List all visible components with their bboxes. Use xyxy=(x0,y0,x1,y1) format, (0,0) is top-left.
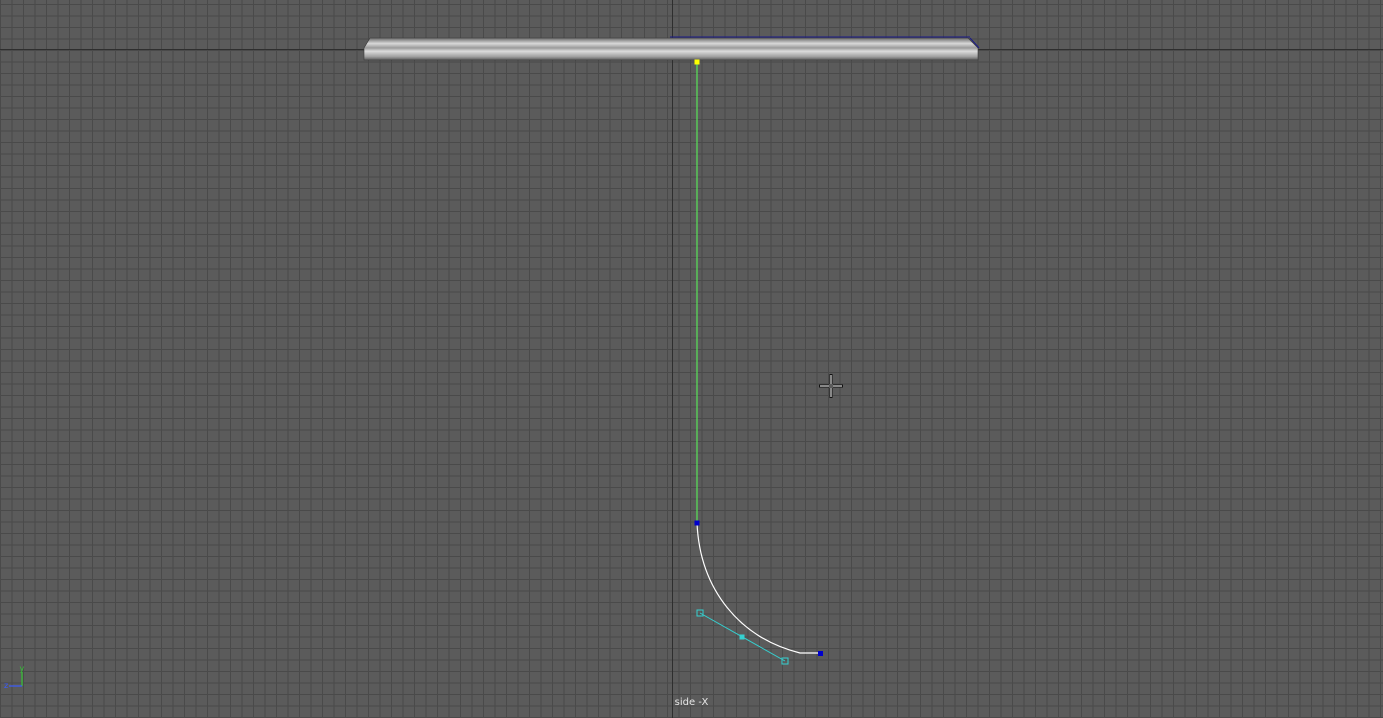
view-axis-icon: y z xyxy=(3,664,33,694)
axis-z-label: z xyxy=(4,681,8,690)
plate-mesh[interactable] xyxy=(363,36,980,61)
side-viewport[interactable]: y z side -X xyxy=(0,0,1383,718)
curve-start-point[interactable] xyxy=(694,520,700,526)
curve-end-point[interactable] xyxy=(818,651,823,656)
axis-y-label: y xyxy=(20,664,25,673)
nurbs-curve[interactable] xyxy=(696,522,820,654)
root-joint[interactable] xyxy=(694,59,700,65)
selected-cv-point[interactable] xyxy=(739,634,745,640)
scene-geometry xyxy=(363,36,980,665)
camera-name-label: side -X xyxy=(674,697,709,708)
crosshair-move-cursor-icon xyxy=(819,374,843,398)
